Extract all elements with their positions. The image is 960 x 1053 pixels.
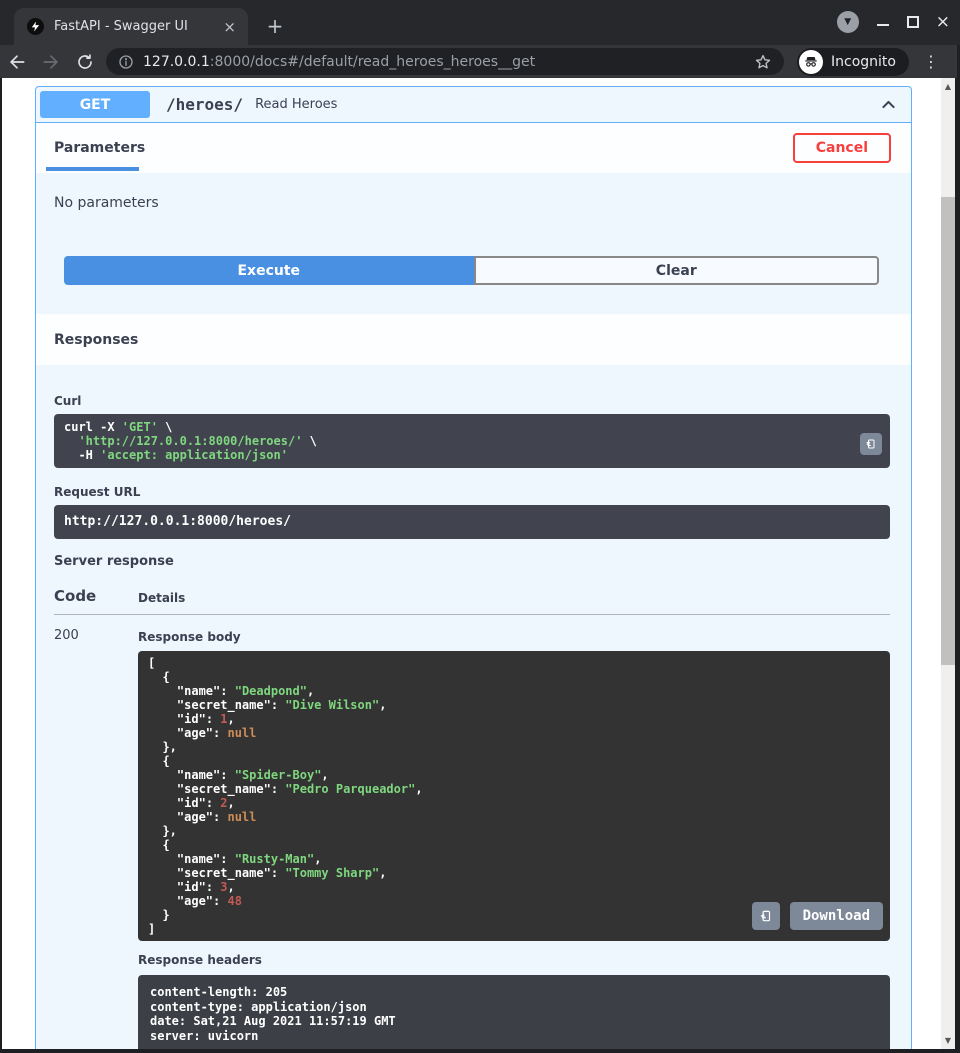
response-details-cell: Response body [ { "name": "Deadpond", "s… (138, 628, 890, 1049)
response-body-json: [ { "name": "Deadpond", "secret_name": "… (148, 656, 880, 936)
url-path: :8000/docs#/default/read_heroes_heroes__… (210, 54, 535, 70)
response-table-head: Code Details (54, 587, 890, 615)
active-tab-indicator (46, 167, 139, 171)
parameters-header: Parameters Cancel (36, 123, 911, 173)
response-copy-button[interactable] (752, 902, 780, 930)
download-button[interactable]: Download (790, 902, 883, 930)
collapse-chevron-icon[interactable] (880, 96, 897, 113)
response-headers-label: Response headers (138, 953, 890, 967)
minimize-button[interactable] (876, 15, 890, 29)
maximize-button[interactable] (907, 16, 919, 28)
opblock-summary[interactable]: GET /heroes/ Read Heroes (36, 87, 911, 123)
tab-parameters[interactable]: Parameters (54, 140, 145, 156)
spacer (36, 285, 911, 314)
response-body-controls: Download (752, 902, 883, 930)
response-body-label: Response body (138, 630, 890, 644)
url-host: 127.0.0.1 (143, 54, 210, 70)
browser-tab[interactable]: FastAPI - Swagger UI × (14, 8, 248, 45)
responses-header: Responses (36, 314, 911, 365)
scroll-down-icon[interactable]: ▼ (941, 1036, 955, 1045)
reload-button[interactable] (68, 53, 102, 71)
page-info-icon[interactable] (118, 54, 134, 70)
details-column-header: Details (138, 591, 185, 605)
tab-title: FastAPI - Swagger UI (54, 19, 217, 34)
execute-row: Execute Clear (64, 256, 879, 285)
code-column-header: Code (54, 587, 138, 605)
incognito-badge: Incognito (797, 48, 909, 76)
address-bar[interactable]: 127.0.0.1:8000/docs#/default/read_heroes… (106, 48, 784, 75)
server-response-table: Code Details 200 Response body [ { "name… (54, 587, 890, 1049)
url-text: 127.0.0.1:8000/docs#/default/read_heroes… (143, 54, 754, 70)
http-method-badge: GET (40, 91, 150, 118)
tab-close-icon[interactable]: × (223, 18, 236, 36)
window-controls: ▼ × (837, 9, 950, 35)
scrollbar-thumb[interactable] (941, 197, 955, 665)
browser-titlebar: FastAPI - Swagger UI × + ▼ × (0, 0, 960, 45)
clear-button[interactable]: Clear (474, 256, 879, 285)
execute-button[interactable]: Execute (64, 256, 474, 285)
curl-copy-button[interactable] (860, 433, 882, 455)
scroll-up-icon[interactable]: ▲ (941, 82, 955, 91)
back-button[interactable] (0, 52, 34, 72)
response-body-block: [ { "name": "Deadpond", "secret_name": "… (138, 651, 890, 941)
incognito-label: Incognito (831, 54, 896, 70)
swagger-page: GET /heroes/ Read Heroes Parameters Canc… (2, 78, 941, 1049)
server-response-label: Server response (54, 554, 890, 569)
fastapi-favicon-icon (27, 18, 44, 35)
curl-label: Curl (54, 394, 890, 408)
page-content: GET /heroes/ Read Heroes Parameters Canc… (2, 78, 955, 1049)
browser-toolbar: 127.0.0.1:8000/docs#/default/read_heroes… (0, 45, 957, 78)
responses-body: Curl curl -X 'GET' \ 'http://127.0.0.1:8… (36, 394, 911, 1049)
request-url-label: Request URL (54, 485, 890, 499)
response-row-200: 200 Response body [ { "name": "Deadpond"… (54, 615, 890, 1049)
bookmark-star-icon[interactable] (754, 53, 772, 71)
forward-button[interactable] (34, 52, 68, 72)
request-url-block: http://127.0.0.1:8000/heroes/ (54, 505, 890, 539)
window-close-button[interactable]: × (936, 14, 950, 31)
opblock-get-heroes: GET /heroes/ Read Heroes Parameters Canc… (35, 86, 912, 1049)
request-url-value: http://127.0.0.1:8000/heroes/ (64, 514, 880, 530)
status-code: 200 (54, 628, 138, 1049)
page-scrollbar[interactable]: ▲ ▼ (941, 78, 955, 1049)
endpoint-summary: Read Heroes (255, 97, 337, 112)
browser-menu-icon[interactable]: ⋮ (919, 52, 943, 71)
cancel-button[interactable]: Cancel (793, 133, 891, 163)
endpoint-path: /heroes/ (166, 95, 243, 114)
window-menu-icon[interactable]: ▼ (837, 11, 859, 33)
curl-command-block: curl -X 'GET' \ 'http://127.0.0.1:8000/h… (54, 414, 890, 468)
responses-title: Responses (54, 332, 138, 348)
new-tab-button[interactable]: + (262, 13, 288, 39)
incognito-icon (799, 50, 823, 74)
no-parameters-text: No parameters (54, 195, 159, 211)
parameters-body: No parameters (36, 173, 911, 211)
browser-window: FastAPI - Swagger UI × + ▼ × 127.0.0.1:8… (0, 0, 960, 1053)
response-headers-block: content-length: 205content-type: applica… (138, 975, 890, 1049)
